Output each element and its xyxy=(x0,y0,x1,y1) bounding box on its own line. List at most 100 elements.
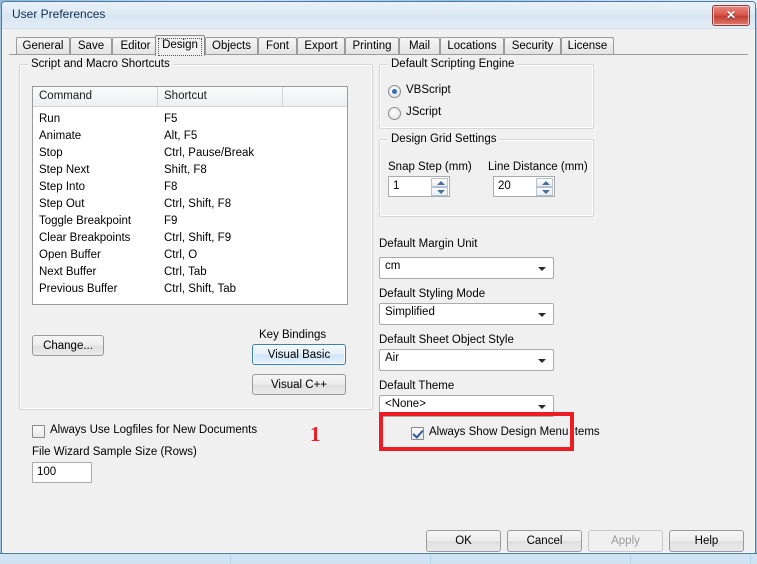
default-margin-unit-value: cm xyxy=(385,260,401,272)
apply-button: Apply xyxy=(588,530,663,552)
tab-security[interactable]: Security xyxy=(504,37,561,55)
default-styling-mode-value: Simplified xyxy=(385,306,435,318)
shortcuts-listview[interactable]: Command Shortcut Run F5 Animate Alt, F5 … xyxy=(32,86,348,305)
row-command: Previous Buffer xyxy=(39,283,118,295)
help-button[interactable]: Help xyxy=(669,530,744,552)
tab-locations[interactable]: Locations xyxy=(440,37,504,55)
row-shortcut: Ctrl, Tab xyxy=(164,266,207,278)
radio-jscript-label: JScript xyxy=(406,106,442,118)
title-bar[interactable]: User Preferences ✕ xyxy=(2,2,755,29)
table-row[interactable]: Run F5 xyxy=(33,111,347,128)
row-command: Step Next xyxy=(39,164,90,176)
table-row[interactable]: Step Into F8 xyxy=(33,179,347,196)
tab-strip: General Save Editor Design Objects Font … xyxy=(9,35,748,56)
default-margin-unit-select[interactable]: cm xyxy=(379,257,554,279)
visual-cpp-button[interactable]: Visual C++ xyxy=(252,374,346,395)
tab-objects[interactable]: Objects xyxy=(205,37,258,55)
always-show-design-menu-checkbox[interactable] xyxy=(411,427,424,440)
line-distance-label: Line Distance (mm) xyxy=(488,161,588,173)
tab-printing[interactable]: Printing xyxy=(345,37,399,55)
radio-vbscript-label: VBScript xyxy=(406,84,451,96)
snap-step-spinner[interactable]: 1 xyxy=(388,176,450,197)
row-shortcut: F9 xyxy=(164,215,178,227)
line-distance-value: 20 xyxy=(498,180,511,192)
backdrop-bottom-strip xyxy=(0,553,757,564)
default-sheet-object-style-label: Default Sheet Object Style xyxy=(379,334,514,346)
snap-step-value: 1 xyxy=(393,180,400,192)
row-command: Run xyxy=(39,113,61,125)
tab-export[interactable]: Export xyxy=(297,37,345,55)
table-row[interactable]: Step Out Ctrl, Shift, F8 xyxy=(33,196,347,213)
table-row[interactable]: Toggle Breakpoint F9 xyxy=(33,213,347,230)
default-sheet-object-style-value: Air xyxy=(385,352,400,364)
radio-vbscript[interactable] xyxy=(388,85,401,98)
tab-focus-ring xyxy=(158,38,202,56)
file-wizard-sample-size-input[interactable]: 100 xyxy=(32,462,92,483)
tab-strip-underline xyxy=(9,54,748,55)
default-theme-value: <None> xyxy=(385,398,426,410)
script-macro-shortcuts-legend: Script and Macro Shortcuts xyxy=(28,58,173,70)
window-title: User Preferences xyxy=(12,7,106,21)
line-distance-increment-icon[interactable] xyxy=(536,178,553,187)
file-wizard-sample-size-label: File Wizard Sample Size (Rows) xyxy=(32,446,197,458)
visual-basic-button[interactable]: Visual Basic xyxy=(252,344,346,365)
annotation-step-number: 1 xyxy=(310,422,321,446)
row-shortcut: Ctrl, Pause/Break xyxy=(164,147,255,159)
default-theme-select[interactable]: <None> xyxy=(379,395,554,417)
tab-design[interactable]: Design xyxy=(155,35,205,56)
row-shortcut: F8 xyxy=(164,181,178,193)
chevron-down-icon xyxy=(538,267,546,271)
column-header-command[interactable]: Command xyxy=(33,87,158,106)
always-show-design-menu-label: Always Show Design Menu Items xyxy=(429,426,600,438)
listview-header: Command Shortcut xyxy=(33,87,347,107)
user-preferences-dialog: User Preferences ✕ General Save Editor D… xyxy=(1,1,756,554)
tab-license[interactable]: License xyxy=(561,37,614,55)
row-shortcut: Ctrl, Shift, F8 xyxy=(164,198,232,210)
line-distance-decrement-icon[interactable] xyxy=(536,187,553,196)
design-grid-settings-legend: Design Grid Settings xyxy=(388,133,500,145)
table-row[interactable]: Next Buffer Ctrl, Tab xyxy=(33,264,347,281)
row-shortcut: Ctrl, O xyxy=(164,249,198,261)
column-header-blank[interactable] xyxy=(283,87,347,106)
row-command: Clear Breakpoints xyxy=(39,232,131,244)
scripting-engine-legend: Default Scripting Engine xyxy=(388,58,518,70)
table-row[interactable]: Clear Breakpoints Ctrl, Shift, F9 xyxy=(33,230,347,247)
default-sheet-object-style-select[interactable]: Air xyxy=(379,349,554,371)
always-use-logfiles-checkbox[interactable] xyxy=(32,425,45,438)
table-row[interactable]: Step Next Shift, F8 xyxy=(33,162,347,179)
snap-step-label: Snap Step (mm) xyxy=(388,161,472,173)
row-shortcut: Shift, F8 xyxy=(164,164,207,176)
chevron-down-icon xyxy=(538,313,546,317)
tab-general[interactable]: General xyxy=(16,37,70,55)
tab-save[interactable]: Save xyxy=(70,37,112,55)
column-header-shortcut[interactable]: Shortcut xyxy=(158,87,283,106)
row-command: Toggle Breakpoint xyxy=(39,215,132,227)
row-command: Step Into xyxy=(39,181,86,193)
row-command: Next Buffer xyxy=(39,266,97,278)
row-shortcut: Ctrl, Shift, Tab xyxy=(164,283,237,295)
ok-button[interactable]: OK xyxy=(426,530,501,552)
snap-step-increment-icon[interactable] xyxy=(431,178,448,187)
tab-font[interactable]: Font xyxy=(258,37,297,55)
snap-step-decrement-icon[interactable] xyxy=(431,187,448,196)
change-button[interactable]: Change... xyxy=(32,335,104,356)
key-bindings-label: Key Bindings xyxy=(259,329,327,341)
tab-editor[interactable]: Editor xyxy=(112,37,159,55)
default-styling-mode-label: Default Styling Mode xyxy=(379,288,486,300)
row-command: Animate xyxy=(39,130,82,142)
default-margin-unit-label: Default Margin Unit xyxy=(379,238,478,250)
row-command: Step Out xyxy=(39,198,85,210)
scripting-engine-group: Default Scripting Engine xyxy=(379,58,594,129)
row-command: Stop xyxy=(39,147,63,159)
close-button[interactable]: ✕ xyxy=(712,5,750,26)
tab-mail[interactable]: Mail xyxy=(399,37,440,55)
cancel-button[interactable]: Cancel xyxy=(507,530,582,552)
line-distance-spinner[interactable]: 20 xyxy=(493,176,555,197)
table-row[interactable]: Animate Alt, F5 xyxy=(33,128,347,145)
table-row[interactable]: Stop Ctrl, Pause/Break xyxy=(33,145,347,162)
row-shortcut: Ctrl, Shift, F9 xyxy=(164,232,232,244)
radio-jscript[interactable] xyxy=(388,107,401,120)
table-row[interactable]: Open Buffer Ctrl, O xyxy=(33,247,347,264)
table-row[interactable]: Previous Buffer Ctrl, Shift, Tab xyxy=(33,281,347,298)
default-styling-mode-select[interactable]: Simplified xyxy=(379,303,554,325)
